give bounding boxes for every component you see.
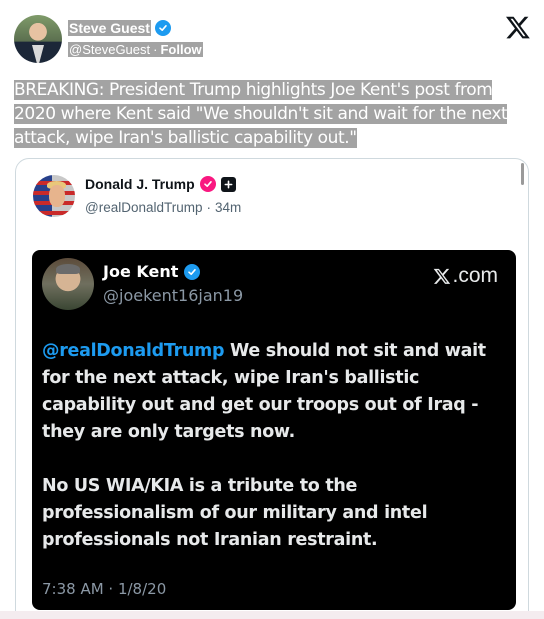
- embedded-author-name: Joe Kent: [103, 262, 179, 281]
- x-com-label: .com: [452, 264, 498, 287]
- embedded-paragraph-1: @realDonaldTrump We should not sit and w…: [42, 338, 502, 446]
- embedded-author-handle: @joekent16jan19: [103, 286, 244, 305]
- quoted-author-name-line: Donald J. Trump: [85, 176, 236, 192]
- square-plus-icon: [220, 176, 236, 192]
- author-name-line: Steve Guest: [68, 19, 171, 37]
- quoted-post-card[interactable]: Donald J. Trump @realDonaldTrump · 34m J…: [15, 158, 529, 619]
- embedded-post-image[interactable]: Joe Kent @joekent16jan19 .com @realDonal…: [32, 250, 516, 610]
- quoted-author-handle[interactable]: @realDonaldTrump: [85, 200, 203, 215]
- scrollbar[interactable]: [521, 163, 524, 185]
- quoted-author-name[interactable]: Donald J. Trump: [85, 176, 195, 192]
- separator-dot: ·: [206, 200, 212, 215]
- pink-badge-icon: [199, 176, 216, 192]
- author-avatar[interactable]: [14, 15, 62, 63]
- quoted-author-avatar[interactable]: [33, 175, 75, 217]
- post-text-content: BREAKING: President Trump highlights Joe…: [14, 80, 508, 148]
- embedded-author-avatar: [42, 258, 94, 310]
- x-logo-icon[interactable]: [505, 14, 531, 40]
- x-logo-icon: [434, 268, 451, 284]
- x-com-watermark: .com: [433, 264, 498, 288]
- follow-button[interactable]: Follow: [159, 41, 203, 57]
- separator-dot: ·: [151, 41, 160, 57]
- embedded-paragraph-2: No US WIA/KIA is a tribute to the profes…: [42, 476, 428, 550]
- quoted-author-handle-line: @realDonaldTrump · 34m: [85, 200, 241, 215]
- post-header: Steve Guest @SteveGuest · Follow: [0, 0, 544, 70]
- author-name[interactable]: Steve Guest: [68, 20, 151, 36]
- mention-link: @realDonaldTrump: [42, 341, 225, 361]
- post-text: BREAKING: President Trump highlights Joe…: [14, 78, 528, 150]
- verified-badge-icon: [154, 20, 171, 36]
- bottom-divider: [0, 611, 544, 619]
- embedded-post-text: @realDonaldTrump We should not sit and w…: [42, 338, 502, 581]
- author-handle[interactable]: @SteveGuest: [68, 41, 152, 57]
- embedded-timestamp: 7:38 AM · 1/8/20: [42, 580, 167, 598]
- verified-badge-icon: [184, 263, 201, 280]
- embedded-author-name-line: Joe Kent: [103, 262, 201, 281]
- quoted-post-time[interactable]: 34m: [215, 200, 241, 215]
- author-handle-line: @SteveGuest · Follow: [68, 40, 203, 58]
